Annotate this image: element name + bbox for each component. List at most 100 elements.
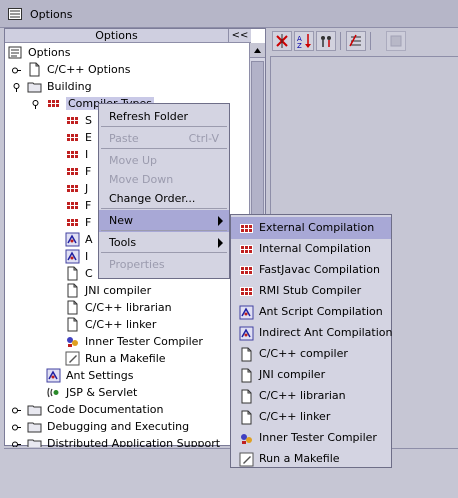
column-header[interactable]: Options xyxy=(5,29,229,43)
disabled-tool-button[interactable] xyxy=(386,31,406,51)
new-menu-item[interactable]: RMI Stub Compiler xyxy=(231,280,391,302)
document-icon xyxy=(67,266,78,281)
show-properties-button[interactable] xyxy=(316,31,336,51)
toolbar-separator xyxy=(370,32,371,50)
tree-node-label: F xyxy=(85,199,92,212)
ant-icon xyxy=(65,232,80,247)
sort-by-category-button[interactable]: AZ xyxy=(294,31,314,51)
title-bar: Options xyxy=(0,0,458,28)
customize-button[interactable] xyxy=(346,31,366,51)
makefile-icon xyxy=(65,351,80,366)
tree-node[interactable]: Inner Tester Compiler xyxy=(5,333,249,350)
ant-icon xyxy=(65,249,80,264)
tree-node-label: Building xyxy=(47,80,92,93)
tree-expander[interactable] xyxy=(12,405,21,414)
new-menu-item[interactable]: Run a Makefile xyxy=(231,448,391,470)
new-menu-item[interactable]: FastJavac Compilation xyxy=(231,259,391,281)
compiler-icon xyxy=(240,287,253,296)
tree-expander[interactable] xyxy=(12,422,21,431)
compiler-icon xyxy=(66,167,79,176)
ant-icon xyxy=(65,232,80,247)
menu-item-label: RMI Stub Compiler xyxy=(259,284,362,297)
menu-item-label: Tools xyxy=(109,236,137,249)
tree-expander[interactable] xyxy=(12,439,21,447)
tree-node[interactable]: Debugging and Executing xyxy=(5,418,249,435)
tree-node-label: F xyxy=(85,216,92,229)
sort-by-name-button[interactable] xyxy=(272,31,292,51)
svg-text:Z: Z xyxy=(297,42,302,50)
tree-node[interactable]: Distributed Application Support xyxy=(5,435,249,447)
menu-item-label: Indirect Ant Compilation xyxy=(259,326,393,339)
tester-icon xyxy=(65,334,80,349)
collapse-button[interactable]: << xyxy=(229,29,251,43)
tree-node[interactable]: JNI compiler xyxy=(5,282,249,299)
compiler-icon xyxy=(66,116,79,125)
context-menu: Refresh Folder Paste Ctrl-V Move Up Move Dow… xyxy=(98,103,230,279)
new-menu-item[interactable]: C/C++ linker xyxy=(231,406,391,428)
menu-item-new[interactable]: New xyxy=(99,210,229,232)
tree-node[interactable]: JSP & Servlet xyxy=(5,384,249,401)
tree-node[interactable]: Code Documentation xyxy=(5,401,249,418)
scroll-up-button[interactable] xyxy=(250,43,265,58)
menu-item-label: External Compilation xyxy=(259,221,375,234)
new-menu-item[interactable]: JNI compiler xyxy=(231,364,391,386)
tree-node-label: F xyxy=(85,165,92,178)
tree-node-label: Run a Makefile xyxy=(85,352,166,365)
tree-node-label: A xyxy=(85,233,93,246)
tree-node[interactable]: Options xyxy=(5,44,249,61)
menu-item-properties[interactable]: Properties xyxy=(99,254,229,276)
ant-icon xyxy=(239,326,254,341)
new-menu-item[interactable]: Internal Compilation xyxy=(231,238,391,260)
document-icon xyxy=(241,368,252,383)
menu-item-label: Run a Makefile xyxy=(259,452,340,465)
menu-item-change-order[interactable]: Change Order... xyxy=(99,188,229,210)
new-menu-item[interactable]: Inner Tester Compiler xyxy=(231,427,391,449)
ant-icon xyxy=(46,368,61,383)
collapsed-node-icon xyxy=(12,441,21,447)
menu-separator xyxy=(101,148,227,149)
tree-node-label: C xyxy=(85,267,93,280)
new-menu-item[interactable]: Ant Script Compilation xyxy=(231,301,391,323)
tree-node-label: I xyxy=(85,250,89,263)
new-menu-item[interactable]: C/C++ compiler xyxy=(231,343,391,365)
tree-node-label: JNI compiler xyxy=(85,284,152,297)
disabled-tool-icon xyxy=(390,35,402,47)
compiler-icon xyxy=(239,284,254,299)
tree-node[interactable]: Ant Settings xyxy=(5,367,249,384)
document-icon xyxy=(65,283,80,298)
tree-node[interactable]: Run a Makefile xyxy=(5,350,249,367)
ant-icon xyxy=(239,305,254,320)
compiler-icon xyxy=(66,150,79,159)
tree-node[interactable]: Building xyxy=(5,78,249,95)
tree-node[interactable]: C/C++ linker xyxy=(5,316,249,333)
options-icon xyxy=(8,46,22,59)
menu-item-label: C/C++ compiler xyxy=(259,347,348,360)
tree-expander[interactable] xyxy=(12,82,21,92)
tree-node[interactable]: C/C++ librarian xyxy=(5,299,249,316)
tree-node-label: J xyxy=(85,182,89,195)
tree-node-label: Debugging and Executing xyxy=(47,420,190,433)
compiler-icon xyxy=(66,201,79,210)
folder-icon xyxy=(27,422,42,433)
tree-expander[interactable] xyxy=(12,65,21,74)
menu-item-accelerator: Ctrl-V xyxy=(188,132,219,145)
document-icon xyxy=(65,300,80,315)
makefile-icon xyxy=(239,452,254,467)
tree-node-label: S xyxy=(85,114,92,127)
compiler-icon xyxy=(65,198,80,213)
ant-icon xyxy=(239,305,254,320)
menu-item-label: C/C++ linker xyxy=(259,410,331,423)
tree-node[interactable]: C/C++ Options xyxy=(5,61,249,78)
tree-expander[interactable] xyxy=(31,99,40,109)
tester-icon xyxy=(67,337,78,347)
menu-item-tools[interactable]: Tools xyxy=(99,232,229,254)
menu-item-refresh-folder[interactable]: Refresh Folder xyxy=(99,106,229,128)
collapsed-node-icon xyxy=(12,407,21,414)
new-menu-item[interactable]: C/C++ librarian xyxy=(231,385,391,407)
tree-node-label: Code Documentation xyxy=(47,403,164,416)
tree-node-label: C/C++ librarian xyxy=(85,301,172,314)
new-menu-item[interactable]: External Compilation xyxy=(231,217,391,239)
tree-node-label: Ant Settings xyxy=(66,369,134,382)
new-menu-item[interactable]: Indirect Ant Compilation xyxy=(231,322,393,344)
menu-item-paste[interactable]: Paste Ctrl-V xyxy=(99,128,229,150)
